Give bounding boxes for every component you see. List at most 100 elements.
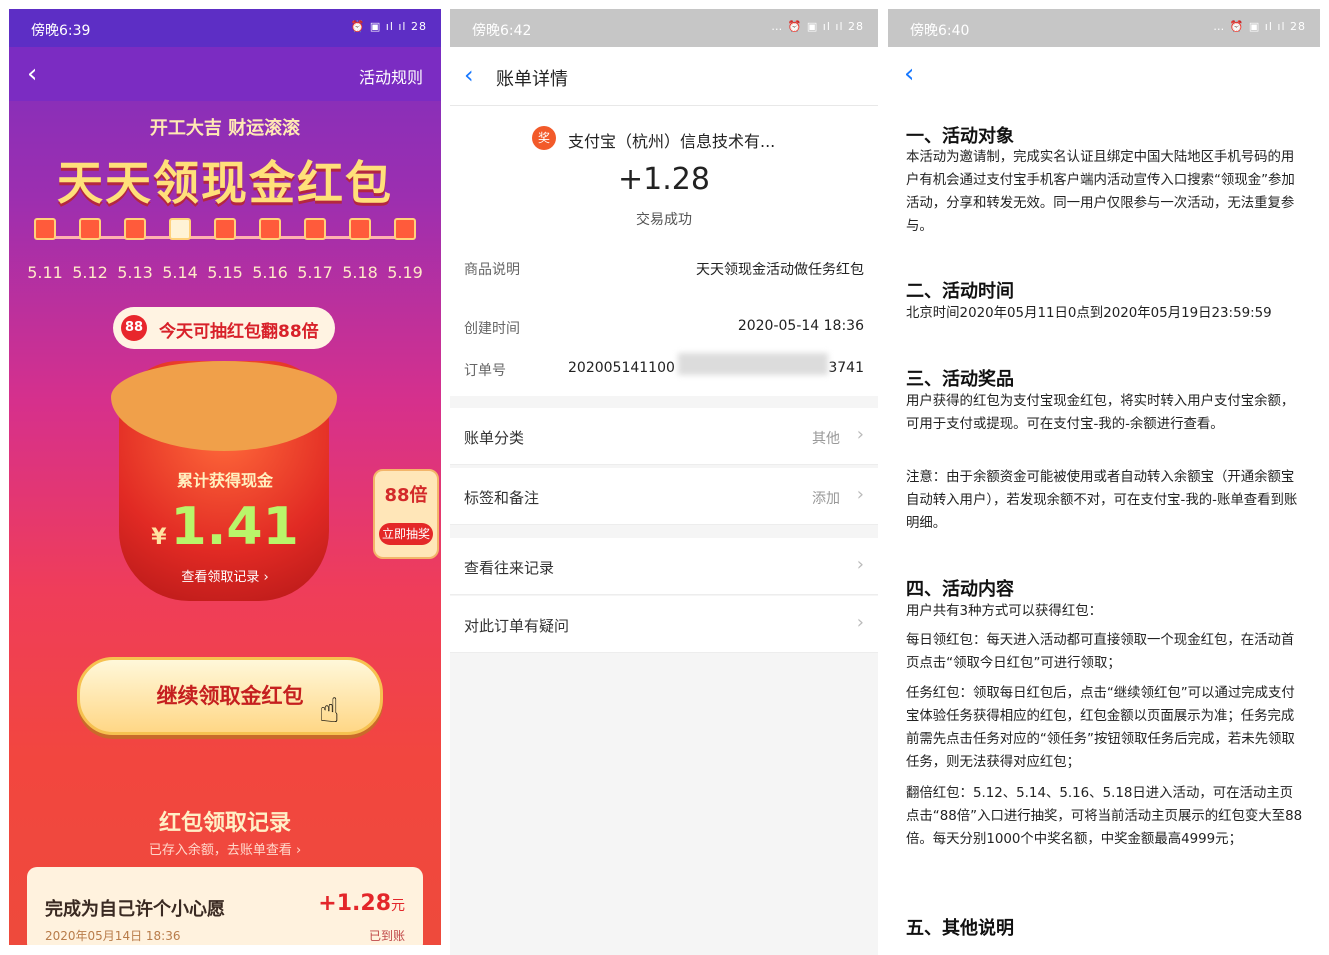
- record-wish: 完成为自己许个小心愿: [45, 899, 225, 920]
- row-label: 账单分类: [464, 429, 525, 447]
- status-icons: … ⏰ ▣ ıl ıl 28: [1213, 20, 1306, 33]
- section-text: 用户获得的红包为支付宝现金红包，将实时转入用户支付宝余额，可用于支付或提现。可在…: [906, 394, 1295, 432]
- chevron-right-icon: ›: [856, 424, 864, 445]
- merchant-icon: 奖: [532, 126, 556, 150]
- status-icons: … ⏰ ▣ ıl ıl 28: [771, 20, 864, 33]
- side-multiplier: 88倍: [384, 485, 428, 506]
- subtitle: 开工大吉 财运滚滚: [149, 118, 301, 139]
- status-time: 傍晚6:40: [910, 23, 970, 39]
- date-label: 5.12: [72, 263, 108, 282]
- progress-dot: [394, 218, 416, 240]
- envelope-flap: [111, 361, 337, 451]
- section-text: 本活动为邀请制，完成实名认证且绑定中国大陆地区手机号码的用户有机会通过支付宝手机…: [906, 150, 1295, 234]
- order-key: 订单号: [464, 363, 506, 379]
- created-value: 2020-05-14 18:36: [737, 318, 864, 334]
- badge-88: 88: [121, 315, 147, 341]
- order-value-end: 3741: [828, 360, 864, 376]
- multiplier-banner[interactable]: 88 今天可抽红包翻88倍: [113, 307, 335, 349]
- bill-option-row[interactable]: 账单分类 其他 ›: [450, 408, 878, 465]
- desc-row: 商品说明 天天领现金活动做任务红包: [464, 259, 864, 279]
- chevron-right-icon: ›: [856, 612, 864, 633]
- bill-option-row[interactable]: 查看往来记录 ›: [450, 538, 878, 595]
- nav-bar: ‹ 账单详情: [450, 47, 878, 106]
- section-text: 任务红包：领取每日红包后，点击“继续领红包”可以通过完成支付宝体验任务获得相应的…: [906, 686, 1295, 770]
- section-heading: 一、活动对象: [906, 126, 1014, 147]
- section-heading: 二、活动时间: [906, 281, 1014, 302]
- currency-symbol: ¥: [151, 525, 167, 550]
- chevron-left-icon[interactable]: ‹: [27, 59, 37, 89]
- date-label: 5.19: [387, 263, 423, 282]
- amount-value: 1.41: [170, 497, 299, 557]
- date-label: 5.11: [27, 263, 63, 282]
- page-title: 账单详情: [496, 69, 568, 90]
- order-value-start: 202005141100: [568, 360, 675, 376]
- section-text: 用户共有3种方式可以获得红包：: [906, 604, 1102, 619]
- status-bar: 傍晚6:39 ⏰ ▣ ıl ıl 28: [9, 9, 441, 47]
- record-date: 2020年05月14日 18:36: [45, 929, 181, 943]
- record-subtitle[interactable]: 已存入余额，去账单查看 ›: [9, 839, 441, 858]
- row-label: 查看往来记录: [464, 559, 555, 577]
- progress-dot-checked: [169, 218, 191, 240]
- record-amount-value: +1.28: [318, 891, 391, 916]
- rules-screen: 傍晚6:40 … ⏰ ▣ ıl ıl 28 ‹ 一、活动对象 本活动为邀请制，完…: [888, 9, 1320, 955]
- desc-value: 天天领现金活动做任务红包: [696, 262, 864, 278]
- section-heading: 四、活动内容: [906, 579, 1014, 600]
- multiplier-text: 今天可抽红包翻88倍: [159, 322, 319, 342]
- chevron-left-icon[interactable]: ‹: [464, 61, 474, 89]
- activity-home-screen: 傍晚6:39 ⏰ ▣ ıl ıl 28 ‹ 活动规则 开工大吉 财运滚滚 天天领…: [9, 9, 441, 945]
- date-label: 5.13: [117, 263, 153, 282]
- chevron-right-icon: ›: [856, 554, 864, 575]
- record-status: 已到账: [368, 929, 405, 943]
- section-text: 北京时间2020年05月11日0点到2020年05月19日23:59:59: [906, 306, 1272, 321]
- progress-dot: [214, 218, 236, 240]
- record-unit: 元: [391, 898, 405, 914]
- status-time: 傍晚6:39: [31, 23, 91, 39]
- progress-dot: [124, 218, 146, 240]
- merchant-name: 支付宝（杭州）信息技术有...: [568, 132, 776, 151]
- section-text: 翻倍红包：5.12、5.14、5.16、5.18日进入活动，可在活动主页点击“8…: [906, 786, 1303, 847]
- activity-rules-link[interactable]: 活动规则: [359, 64, 423, 88]
- date-label: 5.14: [162, 263, 198, 282]
- progress-dot: [79, 218, 101, 240]
- view-record-link[interactable]: 查看领取记录 ›: [9, 566, 441, 585]
- section-text: 每日领红包：每天进入活动都可直接领取一个现金红包，在活动首页点击“领取今日红包”…: [906, 633, 1295, 671]
- progress-dot: [304, 218, 326, 240]
- nav-bar: ‹ 活动规则: [9, 47, 441, 101]
- progress-dot: [34, 218, 56, 240]
- created-key: 创建时间: [464, 321, 520, 337]
- draw-now-button[interactable]: 立即抽奖: [379, 523, 433, 545]
- date-label: 5.17: [297, 263, 333, 282]
- status-icons: ⏰ ▣ ıl ıl 28: [350, 20, 427, 33]
- row-value: 其他: [812, 431, 840, 447]
- desc-key: 商品说明: [464, 262, 520, 278]
- chevron-right-icon: ›: [856, 484, 864, 505]
- redacted-order-number: [678, 353, 828, 375]
- record-title: 红包领取记录: [158, 811, 291, 836]
- record-amount: +1.28元: [318, 891, 405, 916]
- bill-detail-screen: 傍晚6:42 … ⏰ ▣ ıl ıl 28 ‹ 账单详情 奖 支付宝（杭州）信息…: [450, 9, 878, 955]
- section-note: 注意：由于余额资金可能被使用或者自动转入余额宝（开通余额宝自动转入用户），若发现…: [906, 470, 1298, 531]
- row-label: 对此订单有疑问: [464, 617, 570, 635]
- row-label: 标签和备注: [464, 489, 540, 507]
- page-title: 天天领现金红包: [57, 156, 393, 210]
- chevron-left-icon[interactable]: ‹: [904, 59, 914, 89]
- status-time: 傍晚6:42: [472, 23, 532, 39]
- bill-amount: +1.28: [618, 162, 710, 197]
- progress-dot: [349, 218, 371, 240]
- progress-dot: [259, 218, 281, 240]
- bill-state: 交易成功: [636, 212, 692, 228]
- date-label: 5.18: [342, 263, 378, 282]
- status-bar: 傍晚6:42 … ⏰ ▣ ıl ıl 28: [450, 9, 878, 47]
- section-heading: 三、活动奖品: [906, 369, 1014, 390]
- bill-option-row[interactable]: 对此订单有疑问 ›: [450, 596, 878, 653]
- section-heading: 五、其他说明: [906, 918, 1014, 939]
- bill-option-row[interactable]: 标签和备注 添加 ›: [450, 468, 878, 525]
- date-label: 5.16: [252, 263, 288, 282]
- lottery-widget[interactable]: 88倍 立即抽奖: [373, 469, 439, 559]
- record-card[interactable]: 完成为自己许个小心愿 +1.28元 2020年05月14日 18:36 已到账: [27, 867, 423, 945]
- created-row: 创建时间 2020-05-14 18:36: [464, 318, 864, 338]
- row-value: 添加: [812, 491, 840, 507]
- pointing-hand-icon: ☝: [319, 691, 340, 731]
- date-label: 5.15: [207, 263, 243, 282]
- status-bar: 傍晚6:40 … ⏰ ▣ ıl ıl 28: [888, 9, 1320, 47]
